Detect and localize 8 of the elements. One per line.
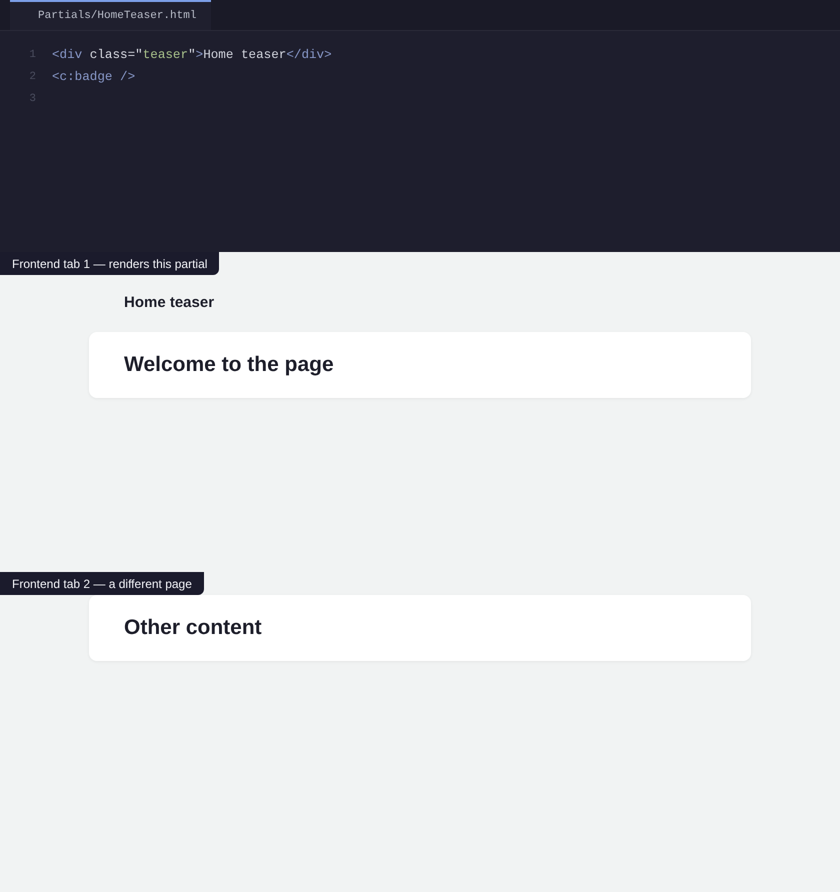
code-line: <div class="teaser">Home teaser</div> bbox=[52, 48, 332, 62]
file-tab[interactable]: Partials/HomeTeaser.html bbox=[10, 0, 212, 30]
frontend-tab-label: Frontend tab 2 — a different page bbox=[0, 572, 204, 595]
card-heading: Welcome to the page bbox=[124, 353, 334, 377]
code-line: <c:badge /> bbox=[52, 70, 136, 84]
frontend-tab-label: Frontend tab 1 — renders this partial bbox=[0, 252, 220, 275]
teaser-text: Home teaser bbox=[124, 293, 214, 313]
card-heading: Other content bbox=[124, 616, 262, 640]
